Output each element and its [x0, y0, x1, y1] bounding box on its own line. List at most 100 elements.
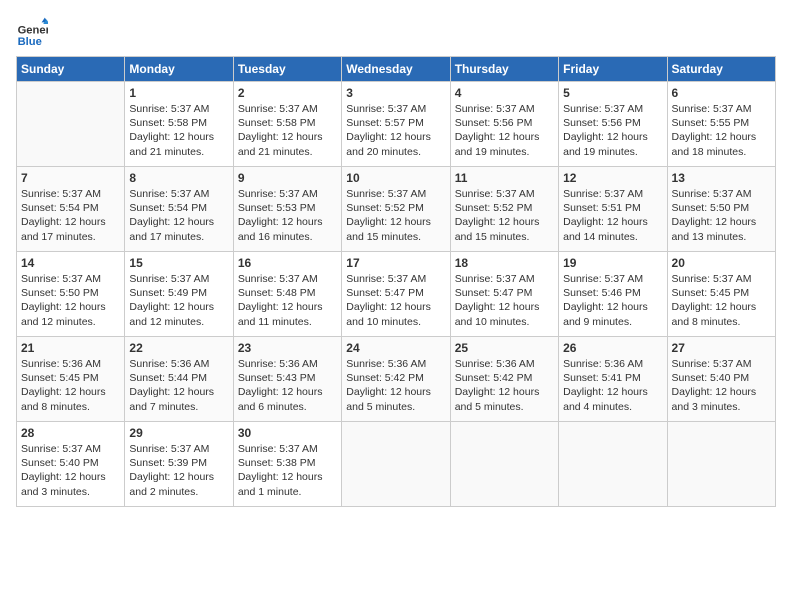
day-info: Sunrise: 5:37 AM Sunset: 5:58 PM Dayligh…: [129, 102, 228, 159]
calendar-cell: 25 Sunrise: 5:36 AM Sunset: 5:42 PM Dayli…: [450, 337, 558, 422]
calendar-cell: [17, 82, 125, 167]
day-info: Sunrise: 5:37 AM Sunset: 5:51 PM Dayligh…: [563, 187, 662, 244]
day-number: 7: [21, 171, 120, 185]
day-number: 24: [346, 341, 445, 355]
calendar-cell: 27Sunrise: 5:37 AM Sunset: 5:40 PM Dayli…: [667, 337, 775, 422]
week-row-1: 7 Sunrise: 5:37 AM Sunset: 5:54 PM Daylig…: [17, 167, 776, 252]
week-row-4: 28 Sunrise: 5:37 AM Sunset: 5:40 PM Dayli…: [17, 422, 776, 507]
day-info: Sunrise: 5:37 AM Sunset: 5:58 PM Dayligh…: [238, 102, 337, 159]
day-info: Sunrise: 5:37 AM Sunset: 5:54 PM Dayligh…: [21, 187, 120, 244]
calendar-cell: 9Sunrise: 5:37 AM Sunset: 5:53 PM Daylig…: [233, 167, 341, 252]
calendar-cell: 6Sunrise: 5:37 AM Sunset: 5:55 PM Daylig…: [667, 82, 775, 167]
calendar-cell: 26 Sunrise: 5:36 AM Sunset: 5:41 PM Dayli…: [559, 337, 667, 422]
logo-icon: General Blue: [16, 16, 48, 48]
calendar-cell: 21 Sunrise: 5:36 AM Sunset: 5:45 PM Dayli…: [17, 337, 125, 422]
calendar-cell: [559, 422, 667, 507]
calendar-cell: 5Sunrise: 5:37 AM Sunset: 5:56 PM Daylig…: [559, 82, 667, 167]
calendar-cell: 11Sunrise: 5:37 AM Sunset: 5:52 PM Dayli…: [450, 167, 558, 252]
svg-text:General: General: [18, 25, 48, 37]
day-info: Sunrise: 5:36 AM Sunset: 5:44 PM Dayligh…: [129, 357, 228, 414]
day-info: Sunrise: 5:37 AM Sunset: 5:52 PM Dayligh…: [346, 187, 445, 244]
day-number: 30: [238, 426, 337, 440]
day-number: 2: [238, 86, 337, 100]
day-number: 19: [563, 256, 662, 270]
calendar-cell: 16Sunrise: 5:37 AM Sunset: 5:48 PM Dayli…: [233, 252, 341, 337]
day-number: 29: [129, 426, 228, 440]
calendar-cell: 13 Sunrise: 5:37 AM Sunset: 5:50 PM Dayli…: [667, 167, 775, 252]
header-row: SundayMondayTuesdayWednesdayThursdayFrid…: [17, 57, 776, 82]
day-number: 26: [563, 341, 662, 355]
day-info: Sunrise: 5:36 AM Sunset: 5:42 PM Dayligh…: [346, 357, 445, 414]
day-info: Sunrise: 5:37 AM Sunset: 5:47 PM Dayligh…: [455, 272, 554, 329]
day-header-friday: Friday: [559, 57, 667, 82]
day-number: 8: [129, 171, 228, 185]
day-header-tuesday: Tuesday: [233, 57, 341, 82]
day-info: Sunrise: 5:37 AM Sunset: 5:40 PM Dayligh…: [21, 442, 120, 499]
day-number: 9: [238, 171, 337, 185]
calendar-cell: 7 Sunrise: 5:37 AM Sunset: 5:54 PM Daylig…: [17, 167, 125, 252]
day-info: Sunrise: 5:36 AM Sunset: 5:41 PM Dayligh…: [563, 357, 662, 414]
day-header-monday: Monday: [125, 57, 233, 82]
day-info: Sunrise: 5:37 AM Sunset: 5:57 PM Dayligh…: [346, 102, 445, 159]
day-number: 14: [21, 256, 120, 270]
day-info: Sunrise: 5:37 AM Sunset: 5:47 PM Dayligh…: [346, 272, 445, 329]
day-info: Sunrise: 5:37 AM Sunset: 5:55 PM Dayligh…: [672, 102, 771, 159]
calendar-cell: 20 Sunrise: 5:37 AM Sunset: 5:45 PM Dayli…: [667, 252, 775, 337]
calendar-cell: 1 Sunrise: 5:37 AM Sunset: 5:58 PM Daylig…: [125, 82, 233, 167]
day-info: Sunrise: 5:37 AM Sunset: 5:39 PM Dayligh…: [129, 442, 228, 499]
day-info: Sunrise: 5:37 AM Sunset: 5:50 PM Dayligh…: [672, 187, 771, 244]
day-info: Sunrise: 5:37 AM Sunset: 5:50 PM Dayligh…: [21, 272, 120, 329]
day-number: 21: [21, 341, 120, 355]
day-number: 12: [563, 171, 662, 185]
day-number: 13: [672, 171, 771, 185]
calendar-cell: 17 Sunrise: 5:37 AM Sunset: 5:47 PM Dayli…: [342, 252, 450, 337]
day-info: Sunrise: 5:37 AM Sunset: 5:56 PM Dayligh…: [563, 102, 662, 159]
day-info: Sunrise: 5:37 AM Sunset: 5:46 PM Dayligh…: [563, 272, 662, 329]
calendar-cell: [342, 422, 450, 507]
day-header-wednesday: Wednesday: [342, 57, 450, 82]
day-number: 3: [346, 86, 445, 100]
day-info: Sunrise: 5:37 AM Sunset: 5:40 PM Dayligh…: [672, 357, 771, 414]
logo: General Blue: [16, 16, 54, 48]
calendar-cell: 24 Sunrise: 5:36 AM Sunset: 5:42 PM Dayli…: [342, 337, 450, 422]
day-number: 23: [238, 341, 337, 355]
day-number: 25: [455, 341, 554, 355]
day-number: 22: [129, 341, 228, 355]
day-number: 17: [346, 256, 445, 270]
day-header-sunday: Sunday: [17, 57, 125, 82]
day-number: 20: [672, 256, 771, 270]
day-number: 4: [455, 86, 554, 100]
calendar-cell: 12 Sunrise: 5:37 AM Sunset: 5:51 PM Dayli…: [559, 167, 667, 252]
day-number: 28: [21, 426, 120, 440]
page-header: General Blue: [16, 16, 776, 48]
day-info: Sunrise: 5:36 AM Sunset: 5:43 PM Dayligh…: [238, 357, 337, 414]
day-info: Sunrise: 5:37 AM Sunset: 5:54 PM Dayligh…: [129, 187, 228, 244]
day-info: Sunrise: 5:37 AM Sunset: 5:45 PM Dayligh…: [672, 272, 771, 329]
calendar-cell: 18 Sunrise: 5:37 AM Sunset: 5:47 PM Dayli…: [450, 252, 558, 337]
calendar-cell: 19 Sunrise: 5:37 AM Sunset: 5:46 PM Dayli…: [559, 252, 667, 337]
calendar-cell: [450, 422, 558, 507]
calendar-cell: 14 Sunrise: 5:37 AM Sunset: 5:50 PM Dayli…: [17, 252, 125, 337]
day-number: 10: [346, 171, 445, 185]
day-number: 1: [129, 86, 228, 100]
calendar-cell: 2 Sunrise: 5:37 AM Sunset: 5:58 PM Daylig…: [233, 82, 341, 167]
calendar-cell: 15Sunrise: 5:37 AM Sunset: 5:49 PM Dayli…: [125, 252, 233, 337]
calendar-cell: 10 Sunrise: 5:37 AM Sunset: 5:52 PM Dayli…: [342, 167, 450, 252]
day-header-thursday: Thursday: [450, 57, 558, 82]
day-number: 18: [455, 256, 554, 270]
day-info: Sunrise: 5:36 AM Sunset: 5:42 PM Dayligh…: [455, 357, 554, 414]
day-info: Sunrise: 5:36 AM Sunset: 5:45 PM Dayligh…: [21, 357, 120, 414]
week-row-0: 1 Sunrise: 5:37 AM Sunset: 5:58 PM Daylig…: [17, 82, 776, 167]
svg-text:Blue: Blue: [18, 36, 42, 48]
day-info: Sunrise: 5:37 AM Sunset: 5:48 PM Dayligh…: [238, 272, 337, 329]
calendar-cell: 8 Sunrise: 5:37 AM Sunset: 5:54 PM Daylig…: [125, 167, 233, 252]
calendar-cell: 28 Sunrise: 5:37 AM Sunset: 5:40 PM Dayli…: [17, 422, 125, 507]
day-info: Sunrise: 5:37 AM Sunset: 5:52 PM Dayligh…: [455, 187, 554, 244]
calendar-cell: 30Sunrise: 5:37 AM Sunset: 5:38 PM Dayli…: [233, 422, 341, 507]
calendar-cell: 23 Sunrise: 5:36 AM Sunset: 5:43 PM Dayli…: [233, 337, 341, 422]
week-row-2: 14 Sunrise: 5:37 AM Sunset: 5:50 PM Dayli…: [17, 252, 776, 337]
day-number: 15: [129, 256, 228, 270]
calendar-cell: 22 Sunrise: 5:36 AM Sunset: 5:44 PM Dayli…: [125, 337, 233, 422]
calendar-cell: 4 Sunrise: 5:37 AM Sunset: 5:56 PM Daylig…: [450, 82, 558, 167]
day-info: Sunrise: 5:37 AM Sunset: 5:56 PM Dayligh…: [455, 102, 554, 159]
